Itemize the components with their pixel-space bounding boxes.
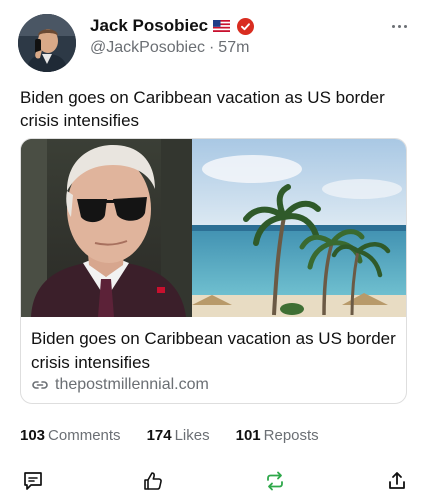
card-domain: thepostmillennial.com xyxy=(55,376,209,393)
likes-stat[interactable]: 174 Likes xyxy=(147,427,210,444)
card-title[interactable]: Biden goes on Caribbean vacation as US b… xyxy=(31,327,401,375)
comments-count: 103 xyxy=(20,426,46,444)
link-icon xyxy=(31,378,49,392)
repost-icon[interactable] xyxy=(262,468,288,494)
reposts-count: 101 xyxy=(235,426,261,444)
comment-icon[interactable] xyxy=(20,468,46,494)
likes-label: Likes xyxy=(174,426,210,444)
card-image xyxy=(21,139,406,317)
author-name[interactable]: Jack Posobiec xyxy=(90,16,208,36)
meta-separator: · xyxy=(208,39,215,56)
post-container: Jack Posobiec @JackPosobiec · 57m Biden go… xyxy=(0,0,428,500)
thumbs-up-icon[interactable] xyxy=(140,468,166,494)
author-meta: @JackPosobiec · 57m xyxy=(90,39,249,57)
post-time[interactable]: 57m xyxy=(218,39,249,56)
post-text: Biden goes on Caribbean vacation as US b… xyxy=(20,88,385,130)
card-image-beach xyxy=(192,139,406,317)
engagement-stats: 103 Comments 174 Likes 101 Reposts xyxy=(20,425,345,445)
reposts-stat[interactable]: 101 Reposts xyxy=(236,427,319,444)
avatar[interactable] xyxy=(18,14,76,72)
author-name-row: Jack Posobiec xyxy=(90,14,255,38)
reposts-label: Reposts xyxy=(263,426,319,444)
more-icon[interactable] xyxy=(382,16,416,36)
us-flag-icon xyxy=(213,20,231,32)
verified-badge-icon xyxy=(237,17,255,35)
author-handle[interactable]: @JackPosobiec xyxy=(90,39,205,56)
card-image-portrait xyxy=(21,139,192,317)
likes-count: 174 xyxy=(146,426,172,444)
comments-stat[interactable]: 103 Comments xyxy=(20,427,121,444)
share-icon[interactable] xyxy=(384,468,410,494)
comments-label: Comments xyxy=(48,426,121,444)
card-domain-row[interactable]: thepostmillennial.com xyxy=(31,376,209,394)
link-preview-card[interactable]: Biden goes on Caribbean vacation as US b… xyxy=(20,138,407,404)
